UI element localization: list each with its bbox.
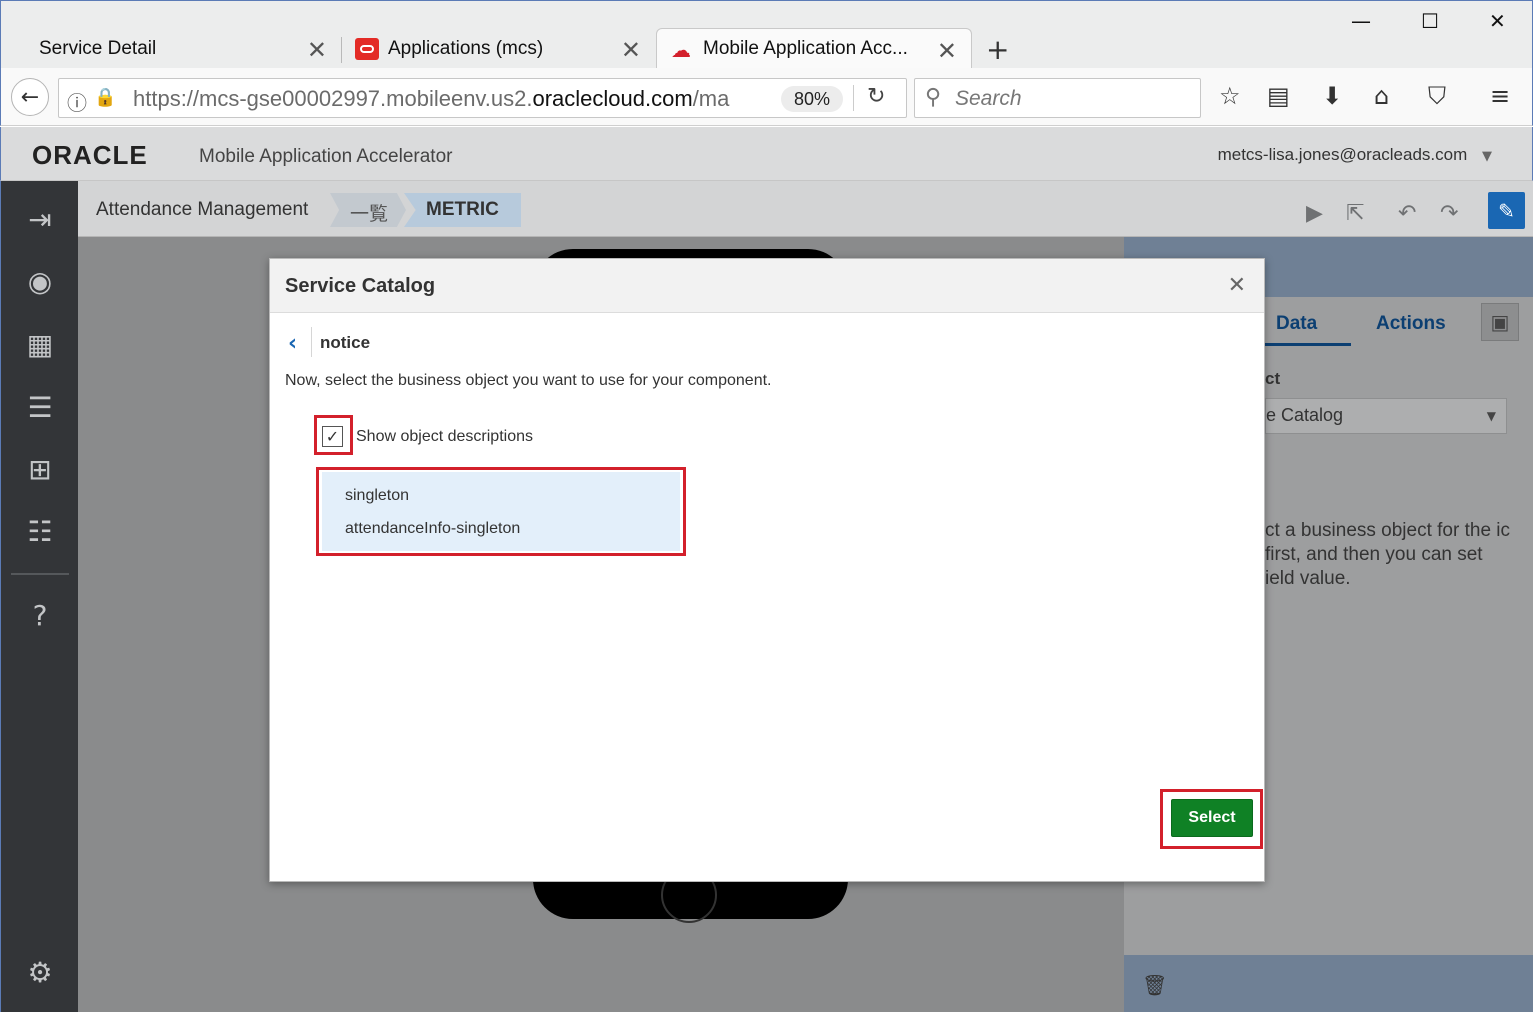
panel-description: ct a business object for the ic first, a… — [1265, 520, 1511, 589]
app-header: ORACLE Mobile Application Accelerator me… — [0, 127, 1533, 181]
menu-icon[interactable]: ≡ — [1490, 82, 1510, 110]
properties-panel-footer: 🗑 — [1124, 955, 1533, 1012]
dialog-instruction: Now, select the business object you want… — [285, 372, 772, 389]
checkmark-icon: ✓ — [325, 427, 340, 446]
maximize-icon[interactable]: ☐ — [1421, 9, 1439, 33]
list-item[interactable]: singleton — [345, 487, 409, 505]
download-icon[interactable]: ⬇ — [1322, 82, 1342, 110]
reading-list-icon[interactable]: ▤ — [1267, 82, 1290, 110]
url-bar[interactable]: ⓘ 🔒 https://mcs-gse00002997.mobileenv.us… — [58, 78, 907, 118]
window-close-icon[interactable]: ✕ — [1489, 9, 1506, 33]
undo-icon[interactable]: ↶ — [1398, 201, 1416, 226]
new-tab-icon[interactable]: + — [986, 33, 1009, 66]
minimize-icon[interactable]: — — [1351, 9, 1371, 33]
info-icon[interactable]: ⓘ — [67, 87, 87, 116]
bookmark-star-icon[interactable]: ☆ — [1219, 82, 1241, 110]
browser-nav-bar: ← ⓘ 🔒 https://mcs-gse00002997.mobileenv.… — [0, 68, 1533, 126]
rail-divider — [11, 573, 69, 575]
close-icon[interactable]: ✕ — [1228, 273, 1246, 298]
list-item[interactable]: attendanceInfo-singleton — [345, 520, 520, 538]
left-rail: ⇥ ◉ ▦ ☰ ⊞ ☷ ? ⚙ — [0, 181, 78, 1012]
search-icon: ⚲ — [925, 85, 942, 110]
search-input[interactable]: ⚲ Search — [914, 78, 1201, 118]
lock-icon: 🔒 — [94, 87, 117, 108]
chevron-down-icon: ▼ — [1482, 149, 1492, 164]
back-arrow-icon[interactable]: ← — [11, 78, 49, 116]
edit-pencil-icon[interactable]: ✎ — [1488, 192, 1525, 229]
app-title: Mobile Application Accelerator — [199, 146, 453, 167]
select-button[interactable]: Select — [1171, 799, 1253, 837]
active-tab-indicator — [1265, 343, 1351, 346]
panel-icon[interactable]: ▣ — [1481, 303, 1519, 341]
gear-icon[interactable]: ⚙ — [23, 955, 57, 989]
field-label: ct — [1265, 369, 1281, 388]
tab-title: Mobile Application Acc... — [703, 38, 908, 59]
hierarchy-icon[interactable]: ⊞ — [23, 452, 57, 486]
trash-icon[interactable]: 🗑 — [1142, 973, 1167, 997]
tab-actions[interactable]: Actions — [1376, 313, 1446, 335]
tab-title: Applications (mcs) — [388, 37, 544, 59]
service-select[interactable]: e Catalog ▼ — [1265, 398, 1507, 434]
breadcrumb-current[interactable]: METRIC — [404, 193, 521, 227]
dashboard-icon[interactable]: ▦ — [23, 327, 57, 361]
dialog-title: Service Catalog — [285, 275, 436, 297]
project-name[interactable]: Attendance Management — [96, 199, 308, 221]
cloud-favicon-icon: ☁ — [671, 38, 691, 62]
help-icon[interactable]: ? — [23, 598, 57, 632]
tab-applications[interactable]: Applications (mcs) ✕ — [342, 28, 655, 69]
url-text[interactable]: https://mcs-gse00002997.mobileenv.us2.or… — [133, 86, 751, 112]
zoom-level[interactable]: 80% — [781, 86, 843, 112]
redo-icon[interactable]: ↷ — [1440, 201, 1458, 226]
list-icon[interactable]: ☷ — [23, 514, 57, 548]
breadcrumb-page[interactable]: 一覧 — [330, 193, 406, 227]
pocket-icon[interactable]: ⛉ — [1428, 82, 1446, 110]
oracle-logo: ORACLE — [32, 140, 148, 170]
tab-title: Service Detail — [39, 37, 157, 59]
compass-icon[interactable]: ◉ — [23, 264, 57, 298]
export-icon[interactable]: ⇱ — [1346, 201, 1364, 226]
oracle-favicon-icon — [355, 38, 379, 60]
crumb-separator — [311, 327, 312, 357]
tab-data[interactable]: Data — [1276, 313, 1317, 335]
breadcrumb: Attendance Management 一覧 METRIC ▶ ⇱ ↶ ↷ … — [78, 181, 1533, 237]
reload-icon[interactable]: ↻ — [867, 84, 885, 109]
chevron-left-icon[interactable]: ‹ — [288, 331, 297, 356]
search-placeholder: Search — [955, 87, 1022, 110]
close-icon[interactable]: ✕ — [937, 37, 957, 65]
checkbox-label[interactable]: Show object descriptions — [356, 428, 533, 446]
business-object-list — [322, 472, 680, 551]
chevron-down-icon: ▼ — [1486, 409, 1496, 423]
close-icon[interactable]: ✕ — [307, 36, 327, 64]
url-separator — [853, 85, 854, 111]
show-descriptions-checkbox[interactable]: ✓ — [322, 426, 343, 447]
service-catalog-dialog: Service Catalog ✕ ‹ notice Now, select t… — [269, 258, 1265, 882]
close-icon[interactable]: ✕ — [621, 36, 641, 64]
tab-mobile-application-accelerator[interactable]: ☁ Mobile Application Acc... ✕ — [656, 28, 972, 69]
database-icon[interactable]: ☰ — [23, 390, 57, 424]
dialog-breadcrumb[interactable]: notice — [320, 333, 370, 353]
dialog-header: Service Catalog ✕ — [270, 259, 1264, 313]
tab-service-detail[interactable]: Service Detail ✕ — [1, 28, 341, 69]
exit-icon[interactable]: ⇥ — [23, 202, 57, 236]
browser-tab-bar: Service Detail ✕ Applications (mcs) ✕ ☁ … — [0, 0, 1533, 69]
play-icon[interactable]: ▶ — [1306, 201, 1323, 226]
home-icon[interactable]: ⌂ — [1374, 82, 1389, 110]
user-menu[interactable]: metcs-lisa.jones@oracleads.com ▼ — [1218, 145, 1492, 165]
